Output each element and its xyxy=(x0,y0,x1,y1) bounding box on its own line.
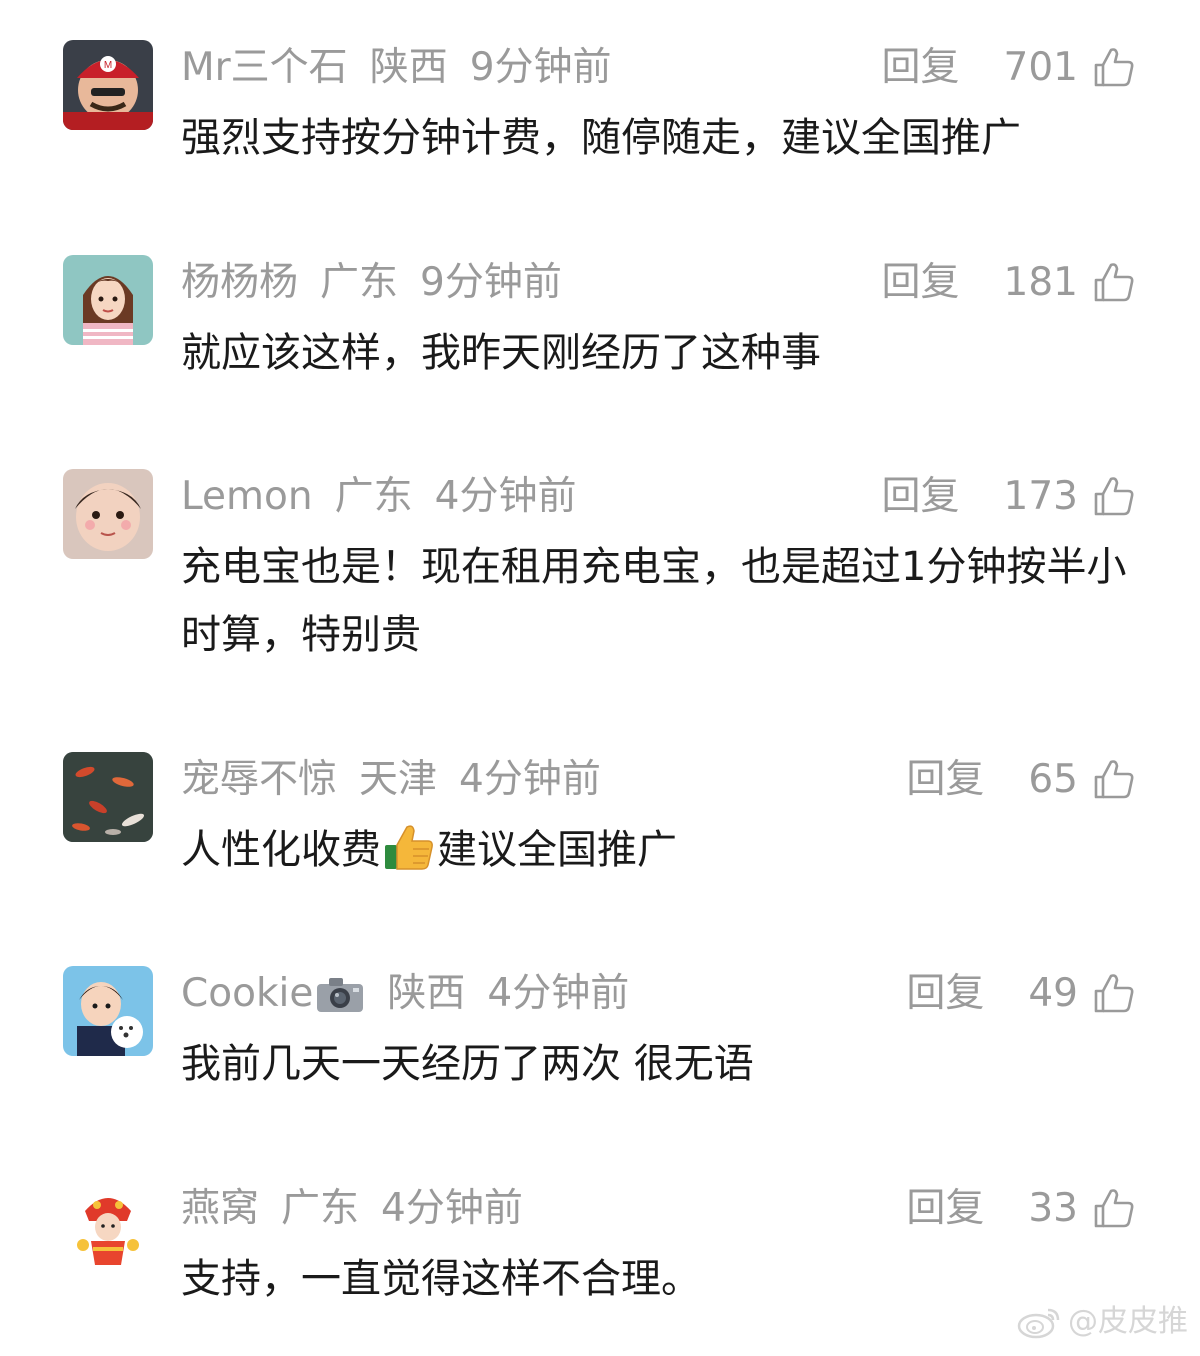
timestamp: 9分钟前 xyxy=(469,45,612,90)
user-avatar[interactable] xyxy=(63,1181,153,1271)
comment-actions: 回复 33 xyxy=(906,1183,1136,1235)
timestamp: 4分钟前 xyxy=(381,1186,523,1231)
username[interactable]: 杨杨杨 xyxy=(181,257,298,309)
like-count: 181 xyxy=(1003,260,1078,305)
timestamp: 4分钟前 xyxy=(434,474,577,519)
region-label: 陕西 xyxy=(369,45,448,90)
like-count: 173 xyxy=(1003,474,1078,519)
comment-meta: Lemon 广东 4分钟前 xyxy=(181,471,576,523)
comment-actions: 回复 173 xyxy=(882,471,1136,523)
thumbs-up-icon[interactable] xyxy=(1092,475,1136,519)
watermark: @皮皮推 xyxy=(1016,1302,1188,1342)
comment-text: 支持，一直觉得这样不合理。 xyxy=(181,1256,701,1302)
like-count: 65 xyxy=(1028,757,1078,802)
like-count: 33 xyxy=(1028,1186,1078,1231)
region-label: 天津 xyxy=(359,757,438,802)
reply-button[interactable]: 回复 xyxy=(906,968,984,1020)
reply-button[interactable]: 回复 xyxy=(882,257,960,309)
comment-meta: 宠辱不惊 天津 4分钟前 xyxy=(181,754,601,806)
watermark-text: @皮皮推 xyxy=(1068,1304,1188,1339)
comment-text: 就应该这样，我昨天刚经历了这种事 xyxy=(181,330,821,376)
username[interactable]: Lemon xyxy=(181,471,313,523)
timestamp: 4分钟前 xyxy=(487,971,630,1016)
thumbs-up-icon[interactable] xyxy=(1092,758,1136,802)
username[interactable]: Mr三个石 xyxy=(181,42,348,94)
timestamp: 4分钟前 xyxy=(459,757,601,802)
timestamp: 9分钟前 xyxy=(420,260,562,305)
reply-button[interactable]: 回复 xyxy=(882,471,960,523)
comment-actions: 回复 181 xyxy=(882,257,1136,309)
comment-text-after: 建议全国推广 xyxy=(437,827,677,873)
username[interactable]: 宠辱不惊 xyxy=(181,754,337,806)
comment-meta: 杨杨杨 广东 9分钟前 xyxy=(181,257,562,309)
thumbs-up-icon[interactable] xyxy=(1092,1187,1136,1231)
like-count: 49 xyxy=(1028,971,1078,1016)
comment-text: 我前几天一天经历了两次 很无语 xyxy=(181,1041,754,1087)
comment-meta: Mr三个石 陕西 9分钟前 xyxy=(181,42,612,94)
comment-text: 人性化收费 建议全国推广 xyxy=(181,816,1131,884)
comment-text: 充电宝也是！现在租用充电宝，也是超过1分钟按半小时算，特别贵 xyxy=(181,544,1127,658)
comment-meta: 燕窝 广东 4分钟前 xyxy=(181,1183,523,1235)
region-label: 广东 xyxy=(320,260,399,305)
comment-actions: 回复 65 xyxy=(906,754,1136,806)
reply-button[interactable]: 回复 xyxy=(882,42,960,94)
weibo-logo xyxy=(1017,1308,1060,1339)
user-avatar[interactable] xyxy=(63,752,153,842)
user-avatar[interactable] xyxy=(63,255,153,345)
svg-text:M: M xyxy=(104,60,112,71)
username[interactable]: 燕窝 xyxy=(181,1183,259,1235)
reply-button[interactable]: 回复 xyxy=(906,1183,984,1235)
thumbs-up-icon[interactable] xyxy=(1092,972,1136,1016)
comment-actions: 回复 49 xyxy=(906,968,1136,1020)
comment-meta: Cookie 陕西 4分钟前 xyxy=(181,968,629,1020)
region-label: 陕西 xyxy=(387,971,466,1016)
like-count: 701 xyxy=(1003,45,1078,90)
user-avatar[interactable] xyxy=(63,966,153,1056)
reply-button[interactable]: 回复 xyxy=(906,754,984,806)
thumbs-up-emoji-icon xyxy=(385,825,433,870)
username[interactable]: Cookie xyxy=(181,968,313,1020)
thumbs-up-icon[interactable] xyxy=(1092,46,1136,90)
user-avatar[interactable]: M xyxy=(63,40,153,130)
thumbs-up-icon[interactable] xyxy=(1092,261,1136,305)
region-label: 广东 xyxy=(281,1186,360,1231)
comment-text-before: 人性化收费 xyxy=(181,827,381,873)
comment-actions: 回复 701 xyxy=(882,42,1136,94)
comment-text: 强烈支持按分钟计费，随停随走，建议全国推广 xyxy=(181,115,1021,161)
region-label: 广东 xyxy=(334,474,413,519)
camera-emoji-icon xyxy=(317,978,364,1012)
user-avatar[interactable] xyxy=(63,469,153,559)
